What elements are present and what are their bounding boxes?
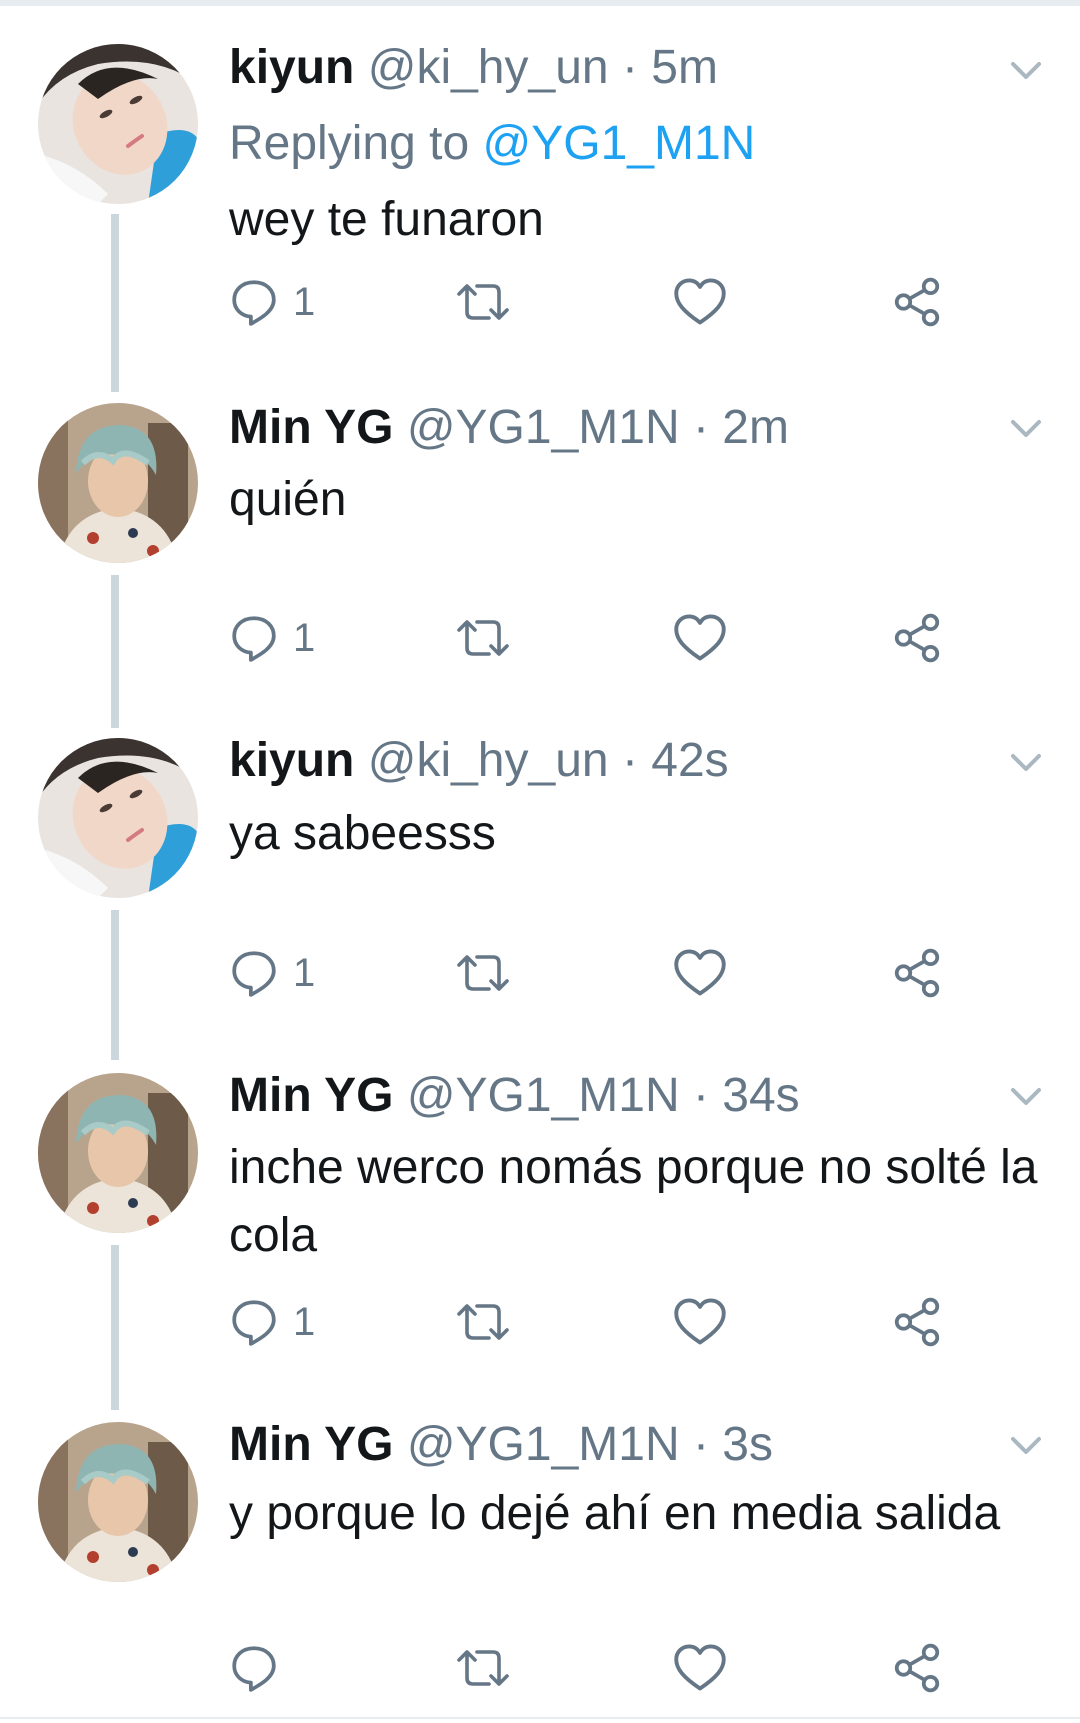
handle[interactable]: @ki_hy_un bbox=[368, 41, 609, 94]
reply-button[interactable]: 1 bbox=[229, 943, 315, 1003]
chevron-down-icon[interactable] bbox=[1006, 748, 1046, 778]
minyg-avatar-image bbox=[38, 403, 198, 563]
thread-line bbox=[111, 575, 119, 728]
avatar[interactable] bbox=[38, 1422, 198, 1582]
replying-prefix: Replying to bbox=[229, 117, 470, 170]
tweet-header: kiyun @ki_hy_un · 42s bbox=[229, 733, 729, 788]
timestamp[interactable]: · 34s bbox=[693, 1069, 800, 1122]
retweet-button[interactable] bbox=[453, 1292, 513, 1352]
share-icon bbox=[891, 276, 943, 328]
chevron-down-icon[interactable] bbox=[1006, 414, 1046, 444]
share-button[interactable] bbox=[891, 943, 943, 1003]
timestamp[interactable]: · 42s bbox=[622, 734, 729, 787]
tweet-text: ya sabeesss bbox=[229, 807, 496, 860]
retweet-icon bbox=[453, 278, 513, 326]
tweet-text: quién bbox=[229, 473, 347, 526]
tweet-text: inche werco nomás porque no solté la col… bbox=[229, 1141, 1038, 1262]
handle[interactable]: @ki_hy_un bbox=[368, 734, 609, 787]
reply-icon bbox=[229, 948, 279, 998]
retweet-button[interactable] bbox=[453, 1638, 513, 1698]
thread-line bbox=[111, 214, 119, 392]
tweet-header: kiyun @ki_hy_un · 5m bbox=[229, 40, 718, 95]
retweet-icon bbox=[453, 614, 513, 662]
avatar[interactable] bbox=[38, 44, 198, 204]
reply-count: 1 bbox=[293, 279, 316, 324]
thread-line bbox=[111, 1245, 119, 1410]
bottom-divider bbox=[0, 1717, 1080, 1719]
display-name[interactable]: Min YG bbox=[229, 401, 393, 454]
avatar[interactable] bbox=[38, 738, 198, 898]
heart-icon bbox=[673, 612, 727, 664]
tweet-header: Min YG @YG1_M1N · 2m bbox=[229, 400, 789, 455]
tweet-header: Min YG @YG1_M1N · 34s bbox=[229, 1068, 800, 1123]
share-button[interactable] bbox=[891, 272, 943, 332]
replying-to: Replying to @YG1_M1N bbox=[229, 116, 755, 171]
chevron-down-icon[interactable] bbox=[1006, 1431, 1046, 1461]
timestamp[interactable]: · 2m bbox=[693, 401, 789, 454]
display-name[interactable]: Min YG bbox=[229, 1418, 393, 1471]
kiyun-avatar-image bbox=[38, 738, 198, 898]
kiyun-avatar-image bbox=[38, 44, 198, 204]
retweet-icon bbox=[453, 1644, 513, 1692]
chevron-down-icon[interactable] bbox=[1006, 56, 1046, 86]
retweet-button[interactable] bbox=[453, 943, 513, 1003]
handle[interactable]: @YG1_M1N bbox=[407, 1069, 680, 1122]
top-divider bbox=[0, 0, 1080, 6]
like-button[interactable] bbox=[673, 1638, 727, 1698]
share-icon bbox=[891, 1296, 943, 1348]
reply-count: 1 bbox=[293, 615, 316, 660]
minyg-avatar-image bbox=[38, 1073, 198, 1233]
reply-count: 1 bbox=[293, 950, 316, 995]
display-name[interactable]: kiyun bbox=[229, 41, 354, 94]
minyg-avatar-image bbox=[38, 1422, 198, 1582]
replying-mention-link[interactable]: @YG1_M1N bbox=[482, 117, 755, 170]
tweet-text: wey te funaron bbox=[229, 193, 544, 246]
retweet-button[interactable] bbox=[453, 608, 513, 668]
like-button[interactable] bbox=[673, 608, 727, 668]
thread-line bbox=[111, 910, 119, 1060]
share-icon bbox=[891, 947, 943, 999]
reply-icon bbox=[229, 1643, 279, 1693]
reply-button[interactable]: 1 bbox=[229, 1292, 315, 1352]
timestamp[interactable]: · 3s bbox=[693, 1418, 773, 1471]
retweet-icon bbox=[453, 1298, 513, 1346]
display-name[interactable]: kiyun bbox=[229, 734, 354, 787]
timestamp[interactable]: · 5m bbox=[622, 41, 718, 94]
tweet-header: Min YG @YG1_M1N · 3s bbox=[229, 1417, 773, 1472]
reply-count: 1 bbox=[293, 1299, 316, 1344]
reply-icon bbox=[229, 1297, 279, 1347]
handle[interactable]: @YG1_M1N bbox=[407, 1418, 680, 1471]
retweet-button[interactable] bbox=[453, 272, 513, 332]
like-button[interactable] bbox=[673, 1292, 727, 1352]
heart-icon bbox=[673, 276, 727, 328]
display-name[interactable]: Min YG bbox=[229, 1069, 393, 1122]
share-button[interactable] bbox=[891, 1638, 943, 1698]
like-button[interactable] bbox=[673, 943, 727, 1003]
reply-icon bbox=[229, 277, 279, 327]
chevron-down-icon[interactable] bbox=[1006, 1082, 1046, 1112]
share-button[interactable] bbox=[891, 1292, 943, 1352]
share-button[interactable] bbox=[891, 608, 943, 668]
reply-icon bbox=[229, 613, 279, 663]
like-button[interactable] bbox=[673, 272, 727, 332]
reply-button[interactable] bbox=[229, 1638, 293, 1698]
heart-icon bbox=[673, 1642, 727, 1694]
share-icon bbox=[891, 612, 943, 664]
tweet-text: y porque lo dejé ahí en media salida bbox=[229, 1487, 1001, 1540]
share-icon bbox=[891, 1642, 943, 1694]
handle[interactable]: @YG1_M1N bbox=[407, 401, 680, 454]
reply-button[interactable]: 1 bbox=[229, 608, 315, 668]
retweet-icon bbox=[453, 949, 513, 997]
heart-icon bbox=[673, 947, 727, 999]
heart-icon bbox=[673, 1296, 727, 1348]
avatar[interactable] bbox=[38, 403, 198, 563]
avatar[interactable] bbox=[38, 1073, 198, 1233]
reply-button[interactable]: 1 bbox=[229, 272, 315, 332]
